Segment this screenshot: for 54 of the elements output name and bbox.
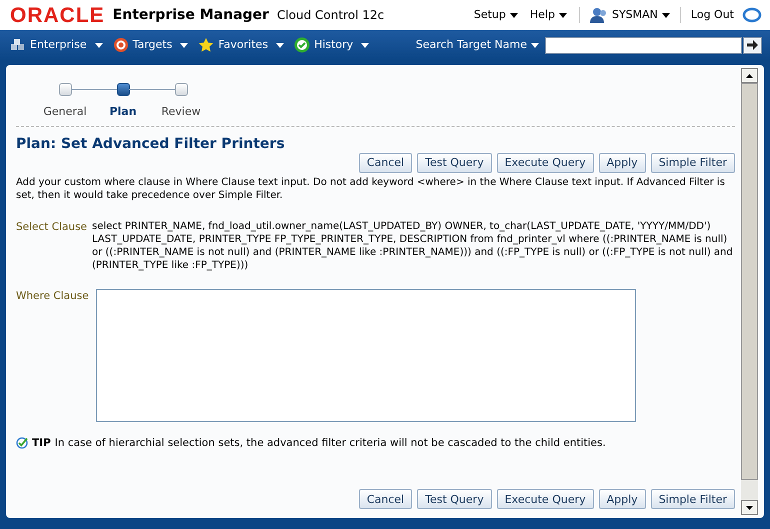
- action-button[interactable]: Cancel: [358, 489, 412, 509]
- search-type-menu[interactable]: Search Target Name: [416, 36, 539, 54]
- arrow-right-icon: [747, 40, 758, 50]
- nav-menu[interactable]: Favorites: [198, 36, 284, 54]
- train-step-label[interactable]: General: [43, 104, 87, 120]
- action-button[interactable]: Execute Query: [496, 489, 594, 509]
- target-icon: [112, 37, 129, 53]
- select-clause-text: select PRINTER_NAME, fnd_load_util.owner_name(LAST_UPDATED_BY) OWNER, to_char(LAST_UPDATE_DATE, 'YYYY/MM/DD') LAST_UPDATE_DATE, PRINTER_TYPE FP_TYPE_PRINTER_TYPE, DESCRIPTION from fnd_printer_vl where ((:PRINTER_NAME is null) or ((:PRINTER_NAME is not null) and (PRINTER_NAME like :PRINTER_NAME))) and ((:FP_TYPE is null) or ((:FP_TYPE is not null) and (PRINTER_TYPE like :FP_TYPE))): [92, 220, 734, 272]
- page-title: Plan: Set Advanced Filter Printers: [16, 134, 286, 154]
- user-menu[interactable]: SYSMAN: [612, 6, 670, 24]
- caret-icon: [531, 42, 539, 48]
- caret-icon: [361, 42, 370, 48]
- select-clause-label: Select Clause: [16, 220, 88, 234]
- star-icon: [198, 37, 214, 53]
- caret-icon: [276, 42, 284, 48]
- where-clause-label: Where Clause: [16, 288, 90, 304]
- ring-icon: [742, 7, 762, 23]
- header-menu[interactable]: Help: [530, 6, 567, 24]
- where-clause-field[interactable]: [96, 288, 636, 422]
- nav-menu[interactable]: History: [294, 36, 370, 54]
- scroll-down-icon[interactable]: [746, 506, 753, 510]
- header-menu[interactable]: Setup: [474, 6, 518, 24]
- oracle-logo: ORACLE: [10, 4, 105, 26]
- action-button[interactable]: Test Query: [417, 489, 492, 509]
- train-step-label[interactable]: Plan: [109, 104, 137, 120]
- caret-icon: [510, 12, 518, 18]
- train-step-label[interactable]: Review: [161, 104, 201, 120]
- tip-text: In case of hierarchial selection sets, the advanced filter criteria will not be cascaded to the child entities.: [54, 436, 606, 450]
- product-name: Enterprise Manager: [112, 6, 269, 24]
- search-field[interactable]: [545, 36, 742, 54]
- scrollbar[interactable]: [741, 68, 758, 515]
- caret-icon: [558, 12, 567, 18]
- search-go-button[interactable]: [743, 36, 762, 54]
- check-icon: [16, 437, 28, 450]
- cubes-icon: [10, 38, 26, 52]
- scroll-up-icon[interactable]: [746, 74, 753, 78]
- caret-icon: [662, 12, 670, 18]
- action-button[interactable]: Simple Filter: [650, 152, 735, 172]
- nav-menu[interactable]: Enterprise: [10, 36, 103, 54]
- caret-icon: [94, 42, 103, 48]
- tip-label: TIP: [32, 436, 51, 450]
- instructions-text: Add your custom where clause in Where Clause text input. Do not add keyword <where> in the Where Clause text input. If Advanced Filter is set, then it would take precedence over Simple Filter.: [16, 176, 726, 202]
- nav-menu[interactable]: Targets: [112, 36, 188, 54]
- action-button[interactable]: Execute Query: [496, 152, 594, 172]
- action-button[interactable]: Apply: [598, 489, 646, 509]
- check-circle-icon: [294, 37, 310, 53]
- logout-link[interactable]: Log Out: [690, 6, 734, 24]
- action-button[interactable]: Cancel: [358, 152, 412, 172]
- user-icon: [590, 7, 608, 23]
- caret-icon: [180, 42, 188, 48]
- action-button[interactable]: Apply: [598, 152, 646, 172]
- action-button[interactable]: Simple Filter: [650, 489, 735, 509]
- action-button[interactable]: Test Query: [417, 152, 492, 172]
- edition-label: Cloud Control 12c: [276, 7, 384, 24]
